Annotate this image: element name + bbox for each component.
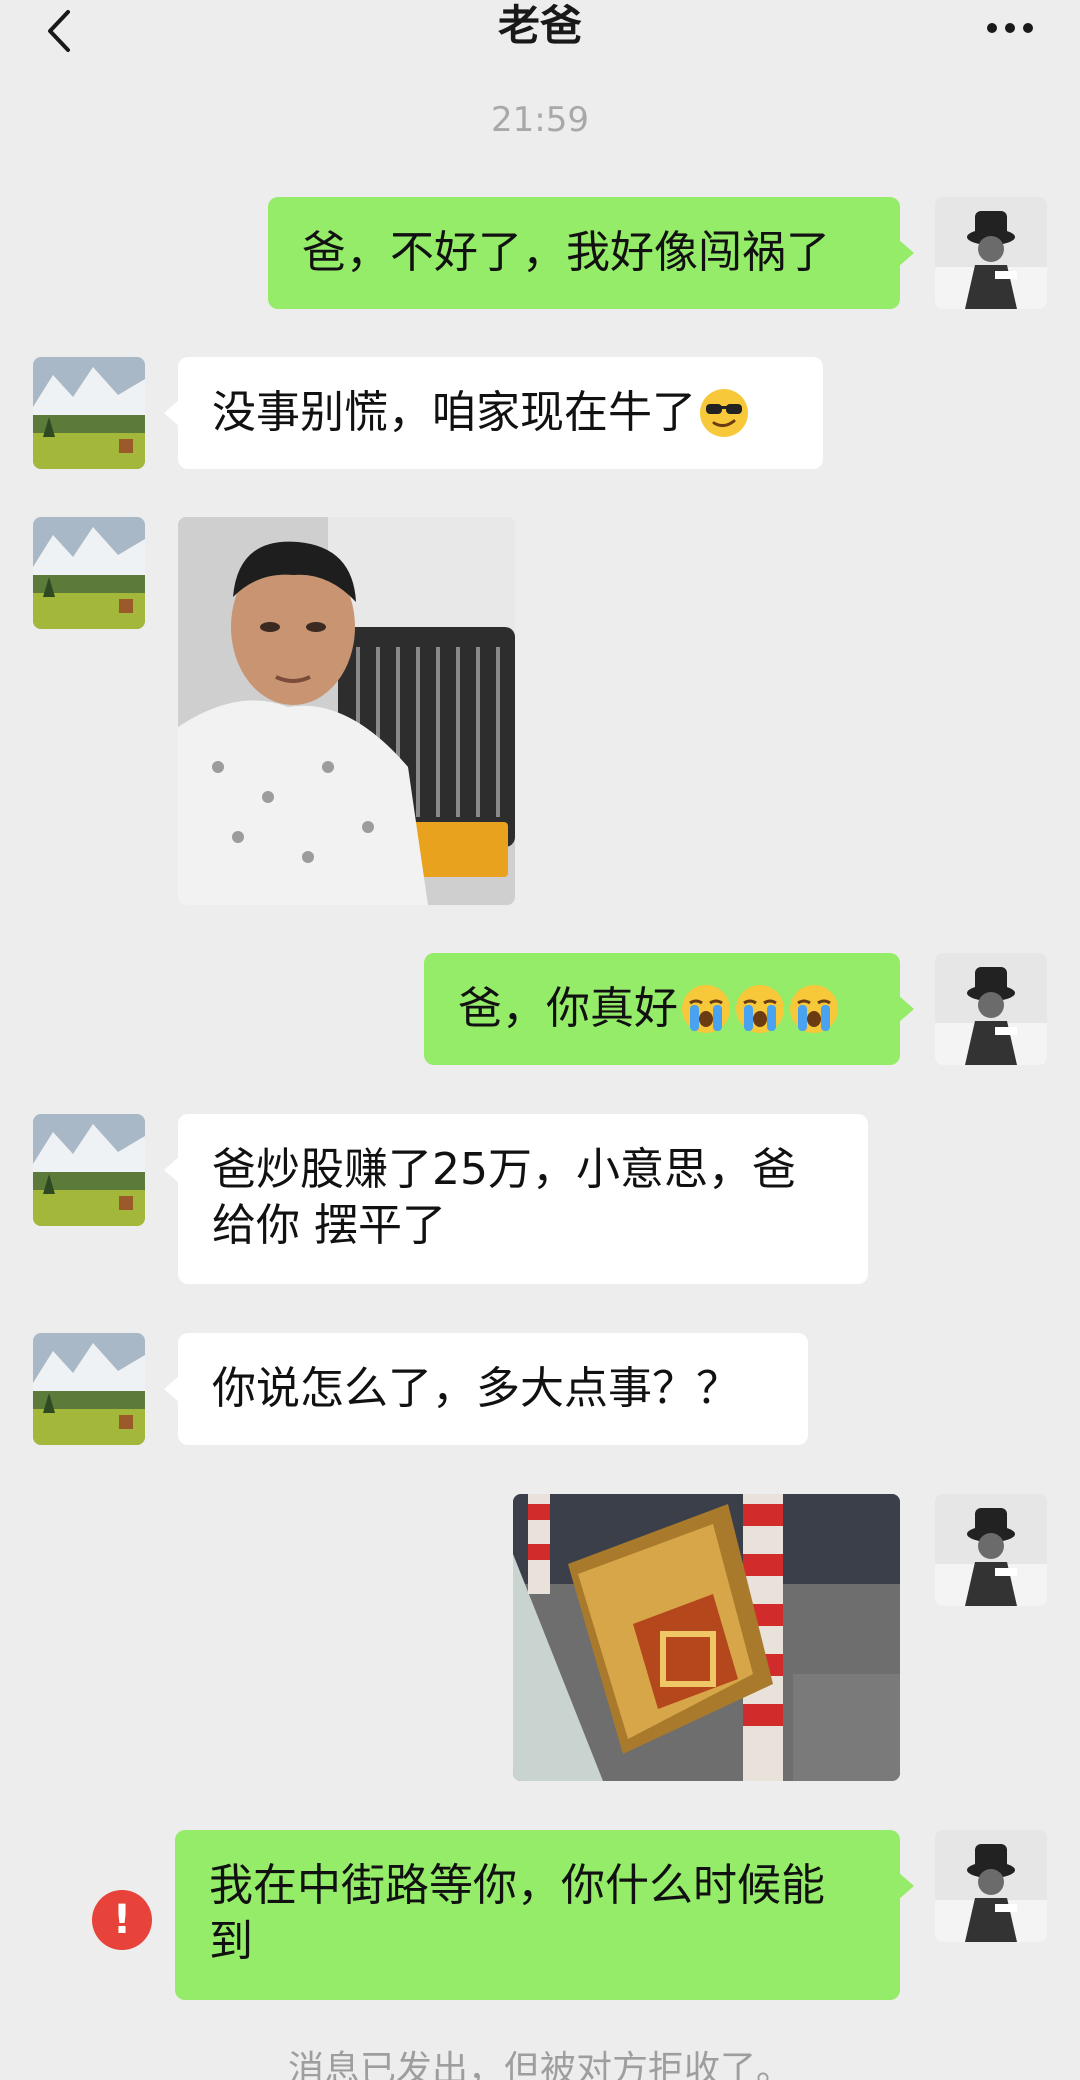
message-text: 你说怎么了，多大点事？？ [212, 1363, 740, 1414]
message-text: 爸，不好了，我好像闯祸了 [302, 227, 830, 278]
avatar-self-icon [935, 1830, 1047, 1942]
avatar-self-icon [935, 1494, 1047, 1606]
more-button[interactable] [980, 8, 1040, 48]
avatar-self[interactable] [935, 197, 1047, 309]
crying-emoji-icon [734, 983, 786, 1035]
message-text: 爸，你真好 [458, 983, 678, 1034]
avatar-landscape-icon [33, 517, 145, 629]
message-bubble-received[interactable]: 没事别慌，咱家现在牛了 [164, 357, 823, 469]
avatar-landscape-icon [33, 1333, 145, 1445]
chat-screen: 老爸 21:59 爸，不好了，我好像闯祸了 没事别慌，咱家现在牛了 爸，你真好 … [0, 0, 1080, 2080]
avatar-self[interactable] [935, 953, 1047, 1065]
avatar-landscape-icon [33, 357, 145, 469]
crying-emoji-icon [680, 983, 732, 1035]
message-text-line: 到 [209, 1916, 253, 1967]
avatar-dad[interactable] [33, 517, 145, 629]
photo-message-man-car[interactable] [178, 517, 515, 905]
message-bubble-sent[interactable]: 爸，不好了，我好像闯祸了 [268, 197, 914, 309]
chat-title: 老爸 [497, 1, 582, 50]
chat-header: 老爸 [0, 0, 1080, 70]
message-bubble-received[interactable]: 你说怎么了，多大点事？？ [164, 1333, 808, 1445]
system-note-rejected: 消息已发出，但被对方拒收了。 [287, 2049, 792, 2080]
avatar-self[interactable] [935, 1830, 1047, 1942]
avatar-self[interactable] [935, 1494, 1047, 1606]
message-timestamp: 21:59 [491, 100, 589, 140]
more-dots-icon [987, 23, 1033, 33]
message-bubble-sent[interactable]: 我在中街路等你，你什么时候能 到 [175, 1830, 914, 2000]
message-text-line: 爸炒股赚了25万，小意思，爸 [212, 1144, 796, 1195]
message-bubble-sent[interactable]: 爸，你真好 [424, 953, 914, 1065]
send-failed-icon[interactable]: ! [92, 1890, 152, 1950]
message-bubble-received[interactable]: 爸炒股赚了25万，小意思，爸 给你 摆平了 [164, 1114, 868, 1284]
crying-emoji-icon [788, 983, 840, 1035]
message-text: 没事别慌，咱家现在牛了 [212, 387, 696, 438]
avatar-dad[interactable] [33, 1114, 145, 1226]
photo-message-gold-brick[interactable] [513, 1494, 900, 1781]
message-text-line: 我在中街路等你，你什么时候能 [209, 1860, 825, 1911]
photo-man-with-car-icon [178, 517, 515, 905]
avatar-landscape-icon [33, 1114, 145, 1226]
avatar-dad[interactable] [33, 357, 145, 469]
avatar-dad[interactable] [33, 1333, 145, 1445]
avatar-self-icon [935, 953, 1047, 1065]
sunglasses-emoji-icon [698, 387, 750, 439]
photo-gold-brick-icon [513, 1494, 900, 1781]
message-text-line: 给你 摆平了 [212, 1200, 446, 1251]
avatar-self-icon [935, 197, 1047, 309]
